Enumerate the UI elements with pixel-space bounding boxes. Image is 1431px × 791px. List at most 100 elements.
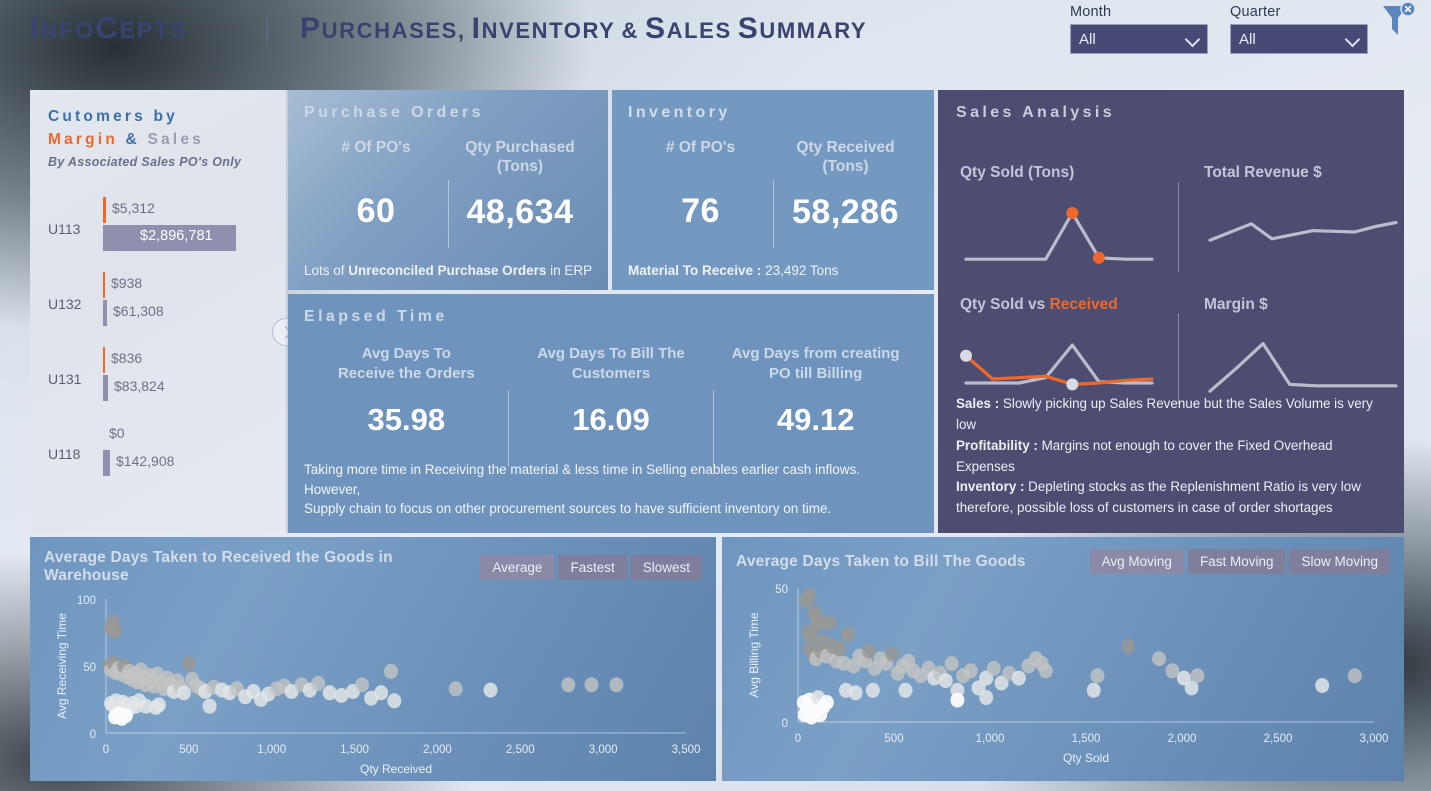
customers-subtitle: By Associated Sales PO's Only: [48, 155, 242, 169]
customers-title-amp: &: [125, 131, 140, 148]
insight-line: Profitability : Margins not enough to co…: [956, 436, 1390, 478]
receiving-button-fastest[interactable]: Fastest: [558, 554, 627, 580]
billing-scatter-header: Average Days Taken to Bill The Goods Avg…: [736, 549, 1390, 574]
elapsed-receive-label-line1: Avg Days To: [361, 345, 451, 362]
month-slicer-dropdown[interactable]: All: [1070, 24, 1208, 54]
insight-text: Depleting stocks as the Replenishment Ra…: [1024, 479, 1361, 495]
customer-row[interactable]: U113 $5,312 $2,896,781: [48, 195, 270, 270]
quarter-slicer[interactable]: Quarter All: [1230, 4, 1368, 54]
svg-text:0: 0: [782, 718, 788, 730]
purchase-footer-bold: Unreconciled Purchase Orders: [348, 263, 547, 278]
insight-text: Slowly picking up Sales Revenue but the …: [956, 396, 1373, 433]
customer-name: U113: [48, 221, 81, 237]
kpi-divider: [448, 180, 449, 248]
svg-text:1,500: 1,500: [1072, 733, 1101, 745]
purchase-orders-card: Purchase Orders # Of PO's 60 Qty Purchas…: [288, 90, 608, 290]
elapsed-receive-label: Avg Days To Receive the Orders: [310, 344, 503, 384]
elapsed-po-billing-value: 49.12: [776, 402, 855, 437]
customer-sales-bar[interactable]: [103, 375, 108, 401]
inventory-qty-label: Qty Received (Tons): [773, 138, 918, 177]
purchase-orders-kpi-row: # Of PO's 60 Qty Purchased (Tons) 48,634: [304, 138, 592, 248]
inventory-po-count-kpi: # Of PO's 76: [628, 138, 773, 232]
inventory-title: Inventory: [628, 104, 731, 121]
billing-scatter-button-group: Avg Moving Fast Moving Slow Moving: [1089, 549, 1390, 574]
customer-row[interactable]: U118 $0 $142,908: [48, 420, 270, 495]
elapsed-time-title: Elapsed Time: [304, 308, 448, 325]
billing-time-scatter-card: Average Days Taken to Bill The Goods Avg…: [722, 537, 1404, 781]
svg-text:1,000: 1,000: [257, 744, 286, 756]
elapsed-divider: [508, 390, 510, 466]
svg-text:3,000: 3,000: [1360, 733, 1389, 745]
insight-label: Profitability :: [956, 437, 1038, 453]
sparkline-label-prefix: Qty Sold vs: [960, 296, 1050, 313]
purchase-po-count-label: # Of PO's: [341, 139, 411, 156]
receiving-scatter-title: Average Days Taken to Received the Goods…: [44, 549, 393, 584]
svg-text:Qty Sold: Qty Sold: [1063, 751, 1109, 765]
svg-text:1,500: 1,500: [340, 744, 369, 756]
inventory-qty-label-line2: (Tons): [822, 158, 869, 176]
receiving-scatter-header: Average Days Taken to Received the Goods…: [44, 549, 702, 585]
customer-sales-value: $61,308: [113, 303, 164, 319]
customer-row[interactable]: U131 $836 $83,824: [48, 345, 270, 420]
purchase-orders-title: Purchase Orders: [304, 104, 484, 121]
svg-text:0: 0: [795, 733, 801, 745]
customer-margin-value: $0: [109, 425, 125, 441]
inventory-footer: Material To Receive : 23,492 Tons: [628, 263, 922, 278]
svg-text:1,000: 1,000: [976, 733, 1005, 745]
svg-text:2,500: 2,500: [1264, 733, 1293, 745]
dashboard-page: INFOCEPTS PURCHASES, INVENTORY & SALES S…: [0, 0, 1431, 791]
customer-row[interactable]: U132 $938 $61,308: [48, 270, 270, 345]
elapsed-po-billing-label-line2: PO till Billing: [769, 364, 863, 382]
elapsed-po-billing-label-line1: Avg Days from creating: [731, 345, 900, 362]
customer-sales-bar[interactable]: [103, 300, 107, 326]
purchase-po-count-value: 60: [356, 192, 396, 230]
sparkline-total-revenue: Total Revenue $: [1204, 164, 1409, 277]
svg-text:50: 50: [83, 662, 96, 674]
billing-button-slow-moving[interactable]: Slow Moving: [1289, 549, 1390, 574]
insight-line: Inventory : Depleting stocks as the Repl…: [956, 477, 1390, 498]
svg-text:0: 0: [103, 744, 109, 756]
billing-scatter-plot[interactable]: 0 500 1,000 1,500 2,000 2,500 3,000 0 50 Qty Sold…: [736, 574, 1390, 775]
elapsed-receive-kpi: Avg Days To Receive the Orders 35.98: [304, 344, 509, 438]
sparkline-margin: Margin $: [1204, 296, 1409, 409]
elapsed-receive-label-line2: Receive the Orders: [337, 364, 475, 382]
insight-label: Sales :: [956, 396, 1000, 412]
receiving-scatter-plot[interactable]: 0 500 1,000 1,500 2,000 2,500 3,000 3,500 0 50 100…: [44, 585, 702, 786]
sparkline-divider: [1178, 182, 1179, 272]
sparkline-qty-sold-label: Qty Sold (Tons): [960, 164, 1075, 181]
elapsed-time-footer: Taking more time in Receiving the materi…: [304, 460, 918, 519]
purchase-orders-footer: Lots of Unreconciled Purchase Orders in …: [304, 263, 596, 278]
filter-clear-icon[interactable]: [1377, 2, 1421, 40]
customer-name: U131: [48, 371, 82, 387]
receiving-button-slowest[interactable]: Slowest: [630, 554, 702, 580]
customer-margin-bar[interactable]: [103, 197, 106, 223]
elapsed-po-billing-label: Avg Days from creating PO till Billing: [719, 344, 912, 384]
inventory-po-count-label: # Of PO's: [665, 139, 736, 156]
elapsed-divider: [712, 390, 714, 466]
customers-panel: Cutomers by Margin & Sales By Associated…: [30, 90, 300, 533]
customer-sales-bar[interactable]: [103, 450, 110, 476]
customer-margin-bar[interactable]: [103, 272, 105, 298]
sparkline-qty-sold-chart: [960, 192, 1165, 277]
receiving-scatter-button-group: Average Fastest Slowest: [480, 554, 702, 580]
elapsed-po-billing-kpi: Avg Days from creating PO till Billing 4…: [713, 344, 918, 438]
billing-button-fast-moving[interactable]: Fast Moving: [1187, 549, 1286, 574]
quarter-slicer-value: All: [1239, 30, 1256, 48]
month-slicer[interactable]: Month All: [1070, 4, 1208, 54]
customers-title-line1: Cutomers by: [48, 108, 178, 125]
receiving-button-average[interactable]: Average: [480, 554, 555, 580]
elapsed-receive-value: 35.98: [367, 402, 446, 437]
billing-button-avg-moving[interactable]: Avg Moving: [1089, 549, 1184, 574]
chevron-down-icon: [1184, 31, 1201, 48]
elapsed-footer-line2: Supply chain to focus on other procureme…: [304, 501, 832, 517]
insight-text: therefore, possible loss of customers in…: [956, 500, 1333, 516]
elapsed-bill-label-line1: Avg Days To Bill The: [537, 345, 685, 362]
quarter-slicer-dropdown[interactable]: All: [1230, 24, 1368, 54]
customer-sales-value: $142,908: [116, 453, 175, 469]
inventory-qty-label-line1: Qty Received: [796, 139, 895, 156]
customer-margin-bar[interactable]: [103, 347, 105, 373]
insight-line: therefore, possible loss of customers in…: [956, 498, 1390, 519]
svg-text:0: 0: [90, 729, 96, 741]
purchase-footer-post: in ERP: [546, 263, 593, 278]
dashboard-header: INFOCEPTS PURCHASES, INVENTORY & SALES S…: [0, 0, 1431, 78]
